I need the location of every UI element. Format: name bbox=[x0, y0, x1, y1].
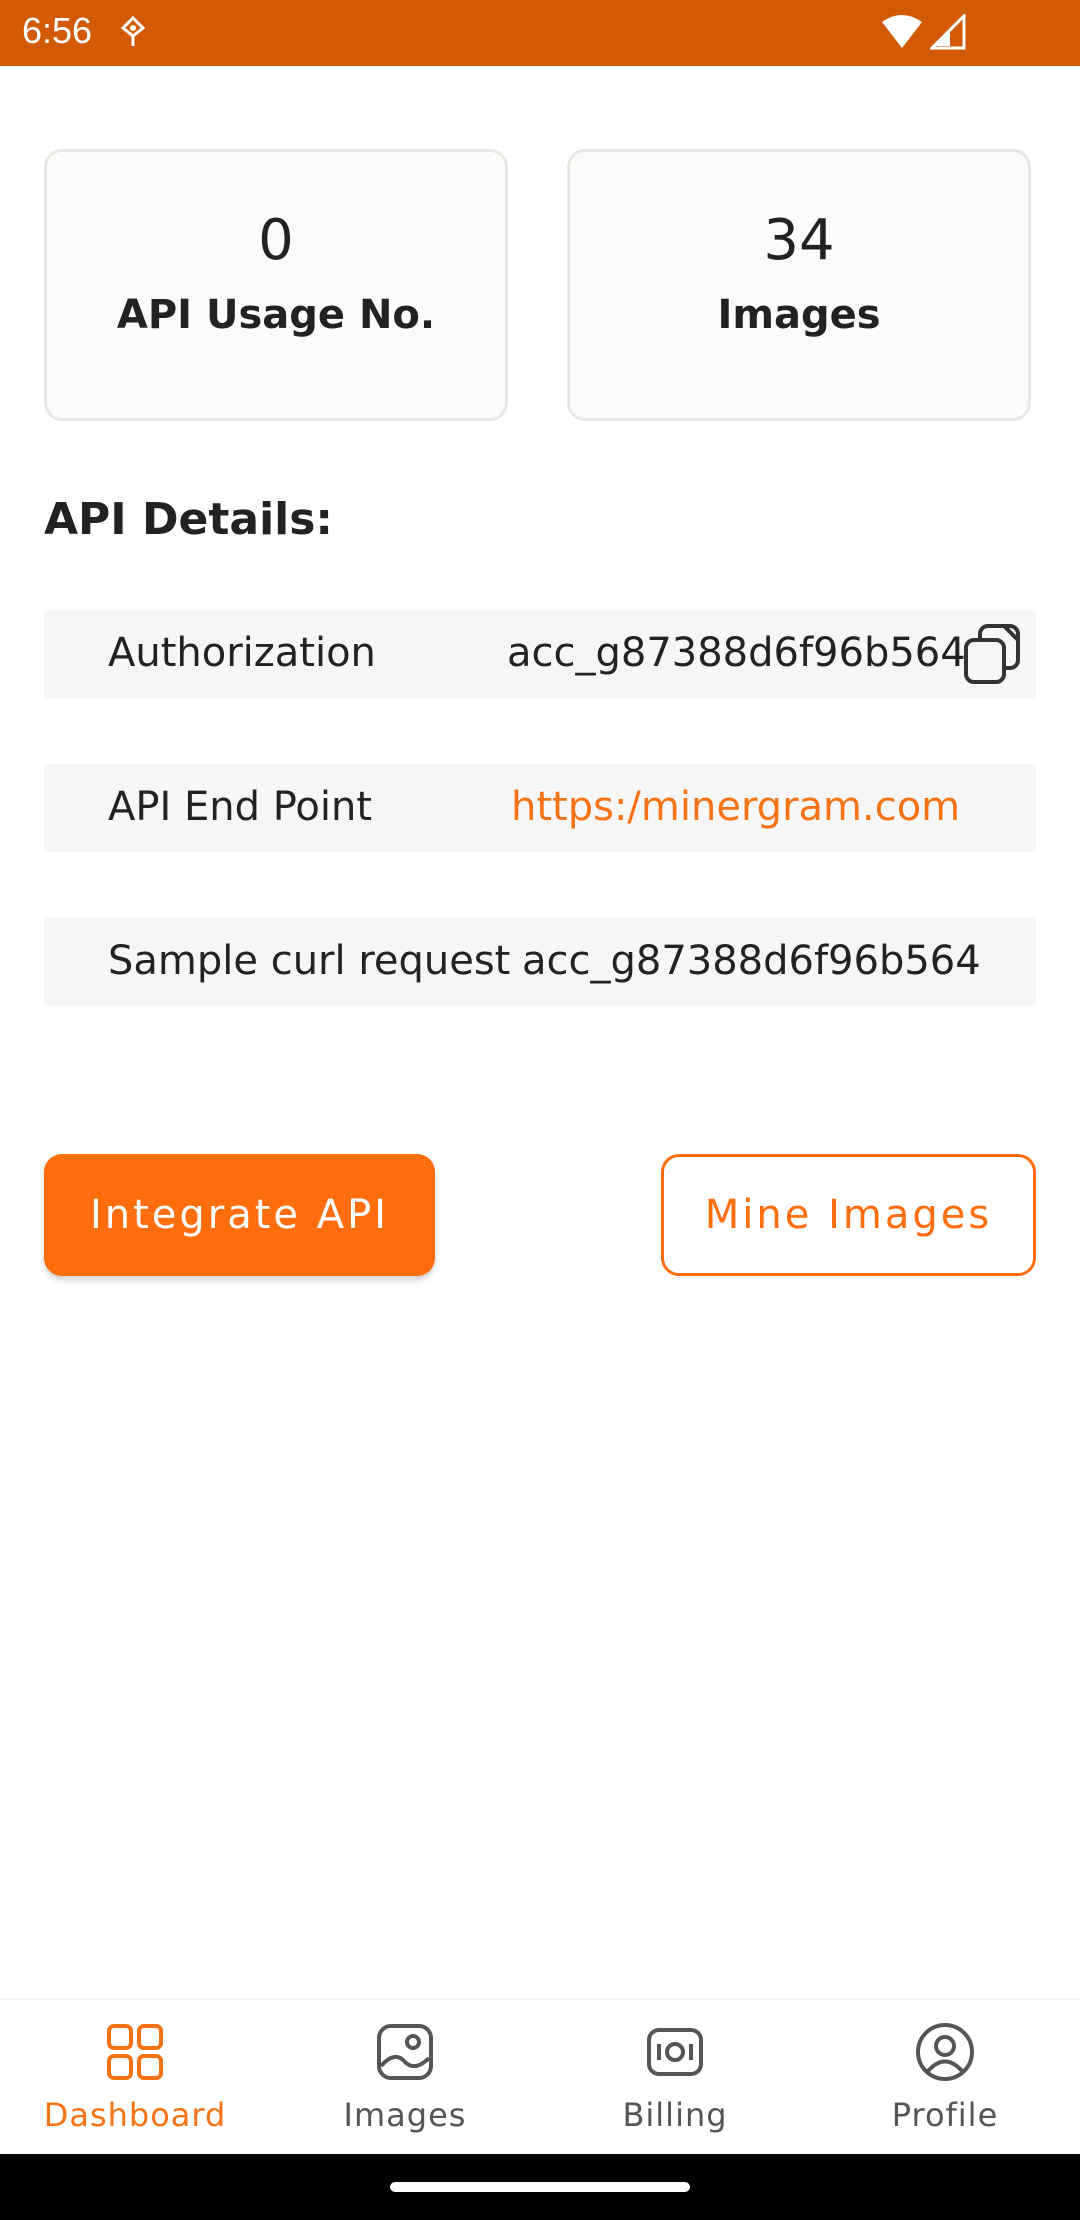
sample-curl-key: Sample curl request bbox=[108, 938, 511, 984]
api-usage-label: API Usage No. bbox=[116, 292, 436, 338]
endpoint-row: API End Point https:/minergram.com bbox=[44, 764, 1036, 852]
cell-signal-icon bbox=[930, 14, 966, 50]
integrate-api-button[interactable]: Integrate API bbox=[44, 1154, 435, 1276]
billing-icon bbox=[647, 2028, 703, 2076]
image-icon bbox=[377, 2024, 433, 2080]
nav-billing[interactable]: Billing bbox=[540, 2000, 810, 2156]
home-gesture-handle[interactable] bbox=[390, 2182, 690, 2192]
authorization-value[interactable]: acc_g87388d6f96b564 bbox=[507, 630, 966, 676]
images-count-label: Images bbox=[717, 292, 881, 338]
api-usage-card: 0 API Usage No. bbox=[44, 149, 508, 421]
status-time: 6:56 bbox=[22, 10, 93, 51]
nav-dashboard[interactable]: Dashboard bbox=[0, 2000, 270, 2156]
images-count-value: 34 bbox=[763, 208, 835, 273]
nav-images-label: Images bbox=[343, 2096, 467, 2134]
sample-curl-value[interactable]: acc_g87388d6f96b564 bbox=[522, 938, 981, 984]
endpoint-key: API End Point bbox=[108, 784, 373, 830]
authorization-row: Authorization acc_g87388d6f96b564 bbox=[44, 610, 1036, 698]
images-count-card: 34 Images bbox=[567, 149, 1031, 421]
nav-billing-label: Billing bbox=[622, 2096, 728, 2134]
copy-icon[interactable] bbox=[960, 622, 1024, 686]
gesture-navigation-bar bbox=[0, 2154, 1080, 2220]
sample-curl-row: Sample curl request acc_g87388d6f96b564 bbox=[44, 918, 1036, 1006]
status-bar: 6:56 bbox=[0, 0, 1080, 66]
authorization-key: Authorization bbox=[108, 630, 376, 676]
nav-profile[interactable]: Profile bbox=[810, 2000, 1080, 2156]
api-usage-value: 0 bbox=[258, 208, 294, 273]
notification-icon bbox=[120, 15, 146, 46]
api-details-title: API Details: bbox=[44, 494, 334, 545]
nav-profile-label: Profile bbox=[891, 2096, 999, 2134]
wifi-icon bbox=[882, 15, 922, 48]
profile-icon bbox=[916, 2023, 974, 2081]
nav-images[interactable]: Images bbox=[270, 2000, 540, 2156]
endpoint-link[interactable]: https:/minergram.com bbox=[511, 784, 960, 830]
nav-dashboard-label: Dashboard bbox=[43, 2096, 227, 2134]
bottom-navigation: Dashboard Images Billing Profile bbox=[0, 1998, 1080, 2156]
dashboard-grid-icon bbox=[107, 2024, 163, 2080]
mine-images-button[interactable]: Mine Images bbox=[661, 1154, 1036, 1276]
